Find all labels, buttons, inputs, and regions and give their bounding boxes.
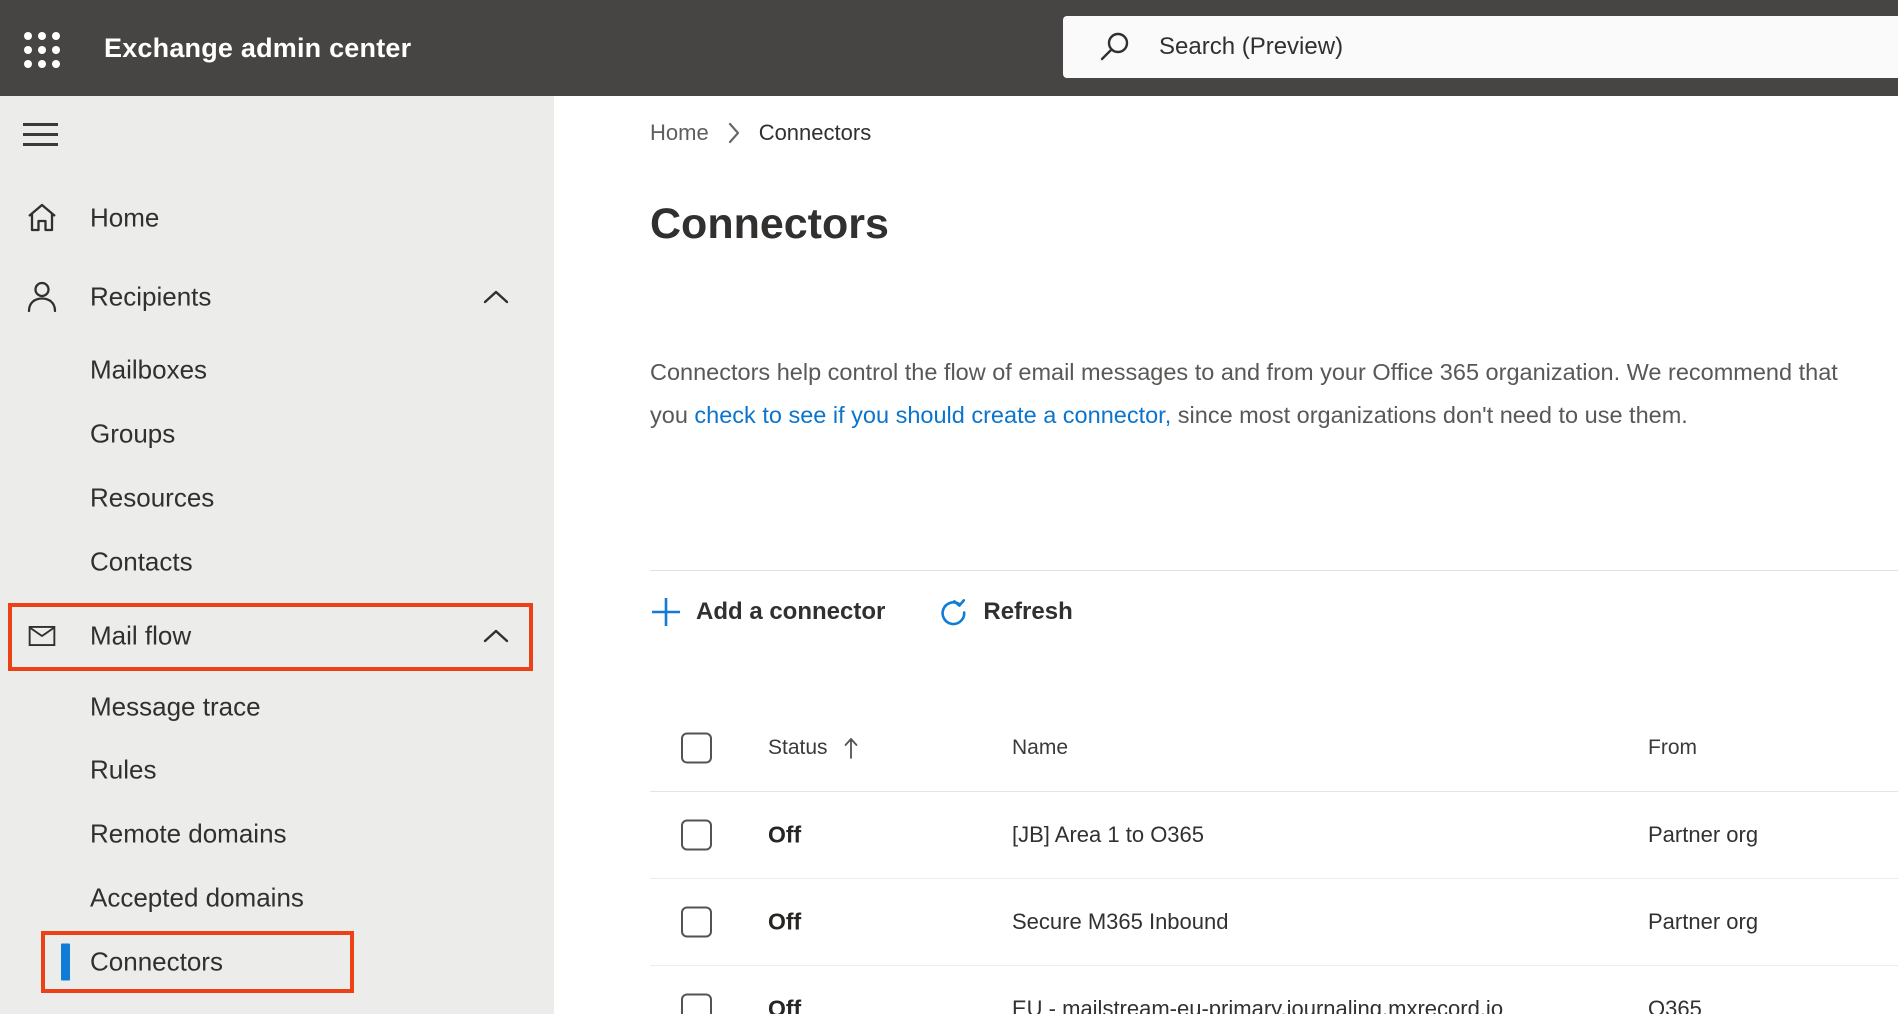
- cell-name: Secure M365 Inbound: [1012, 909, 1229, 934]
- person-icon: [27, 281, 57, 313]
- table-row[interactable]: Off Secure M365 Inbound Partner org: [650, 879, 1898, 966]
- sidebar-item-resources[interactable]: Resources: [0, 474, 554, 522]
- page-description: Connectors help control the flow of emai…: [650, 351, 1862, 437]
- sidebar-item-label: Mail flow: [90, 620, 192, 651]
- sidebar-item-label: Rules: [90, 754, 157, 785]
- home-icon: [28, 203, 56, 232]
- sidebar-item-label: Remote domains: [90, 818, 287, 849]
- cell-status: Off: [768, 908, 802, 935]
- refresh-icon: [941, 599, 966, 626]
- add-connector-label: Add a connector: [696, 598, 886, 625]
- selection-indicator: [61, 943, 70, 981]
- app-launcher-button[interactable]: [22, 30, 62, 70]
- nav-collapse-button[interactable]: [23, 123, 59, 149]
- sidebar-item-contacts[interactable]: Contacts: [0, 538, 554, 586]
- sidebar-item-label: Recipients: [90, 281, 212, 312]
- main-content: Home Connectors Connectors Connectors he…: [554, 96, 1898, 1014]
- row-checkbox[interactable]: [681, 906, 712, 938]
- row-checkbox[interactable]: [681, 819, 712, 851]
- toolbar-divider: [650, 570, 1898, 571]
- refresh-label: Refresh: [983, 598, 1073, 625]
- toolbar: Add a connector Refresh: [650, 584, 1125, 640]
- create-connector-link[interactable]: check to see if you should create a conn…: [694, 402, 1171, 428]
- row-checkbox[interactable]: [681, 993, 712, 1014]
- sidebar-item-groups[interactable]: Groups: [0, 410, 554, 458]
- sidebar-item-accepted-domains[interactable]: Accepted domains: [0, 874, 554, 922]
- breadcrumb: Home Connectors: [650, 118, 871, 148]
- sidebar-item-recipients[interactable]: Recipients: [0, 273, 554, 321]
- sidebar-item-label: Groups: [90, 418, 176, 449]
- chevron-right-icon: [727, 121, 741, 145]
- mail-icon: [28, 625, 56, 647]
- cell-status: Off: [768, 995, 802, 1014]
- chevron-up-icon: [483, 629, 509, 643]
- sidebar-item-message-trace[interactable]: Message trace: [0, 683, 554, 731]
- sidebar-item-label: Resources: [90, 482, 215, 513]
- sidebar-item-label: Accepted domains: [90, 882, 304, 913]
- select-all-checkbox[interactable]: [681, 732, 712, 764]
- chevron-up-icon: [483, 290, 509, 304]
- hamburger-icon: [23, 123, 58, 126]
- sidebar-item-label: Message trace: [90, 691, 261, 722]
- app-title: Exchange admin center: [104, 33, 412, 63]
- sidebar-item-label: Home: [90, 202, 160, 233]
- table-header: Status Name From: [650, 705, 1898, 792]
- table-row[interactable]: Off EU - mailstream-eu-primary.journalin…: [650, 966, 1898, 1014]
- plus-icon: [652, 598, 680, 626]
- waffle-icon: [24, 32, 60, 68]
- description-text-after: since most organizations don't need to u…: [1171, 402, 1688, 428]
- breadcrumb-current: Connectors: [758, 120, 872, 145]
- sidebar-item-mailboxes[interactable]: Mailboxes: [0, 346, 554, 394]
- sidebar-item-rules[interactable]: Rules: [0, 746, 554, 794]
- sidebar-item-label: Contacts: [90, 546, 193, 577]
- sidebar-item-connectors[interactable]: Connectors: [0, 938, 554, 986]
- cell-from: Partner org: [1648, 909, 1759, 934]
- add-connector-button[interactable]: Add a connector: [650, 596, 885, 628]
- topbar: Exchange admin center Search (Preview): [0, 0, 1898, 96]
- column-header-from[interactable]: From: [1648, 736, 1697, 760]
- column-header-status[interactable]: Status: [768, 736, 860, 760]
- sidebar: Home Recipients Mailboxes Groups Resourc…: [0, 96, 554, 1014]
- sidebar-item-label: Mailboxes: [90, 354, 208, 385]
- cell-status: Off: [768, 821, 802, 848]
- cell-from: Partner org: [1648, 822, 1759, 847]
- page-title: Connectors: [650, 200, 889, 248]
- sidebar-item-remote-domains[interactable]: Remote domains: [0, 810, 554, 858]
- exchange-admin-center-window: Exchange admin center Search (Preview) H…: [0, 0, 1898, 1014]
- sidebar-item-label: Connectors: [90, 946, 223, 977]
- sort-ascending-icon: [844, 738, 857, 759]
- cell-from: O365: [1648, 996, 1702, 1014]
- refresh-button[interactable]: Refresh: [937, 596, 1073, 628]
- table-row[interactable]: Off [JB] Area 1 to O365 Partner org: [650, 792, 1898, 879]
- search-input[interactable]: Search (Preview): [1063, 16, 1898, 78]
- sidebar-item-home[interactable]: Home: [0, 194, 554, 242]
- search-icon: [1100, 32, 1129, 61]
- search-placeholder: Search (Preview): [1159, 33, 1344, 60]
- cell-name: [JB] Area 1 to O365: [1012, 822, 1205, 847]
- sidebar-item-mailflow[interactable]: Mail flow: [0, 612, 554, 660]
- breadcrumb-home[interactable]: Home: [650, 120, 709, 146]
- column-header-name[interactable]: Name: [1012, 736, 1068, 760]
- cell-name: EU - mailstream-eu-primary.journaling.mx…: [1012, 996, 1504, 1014]
